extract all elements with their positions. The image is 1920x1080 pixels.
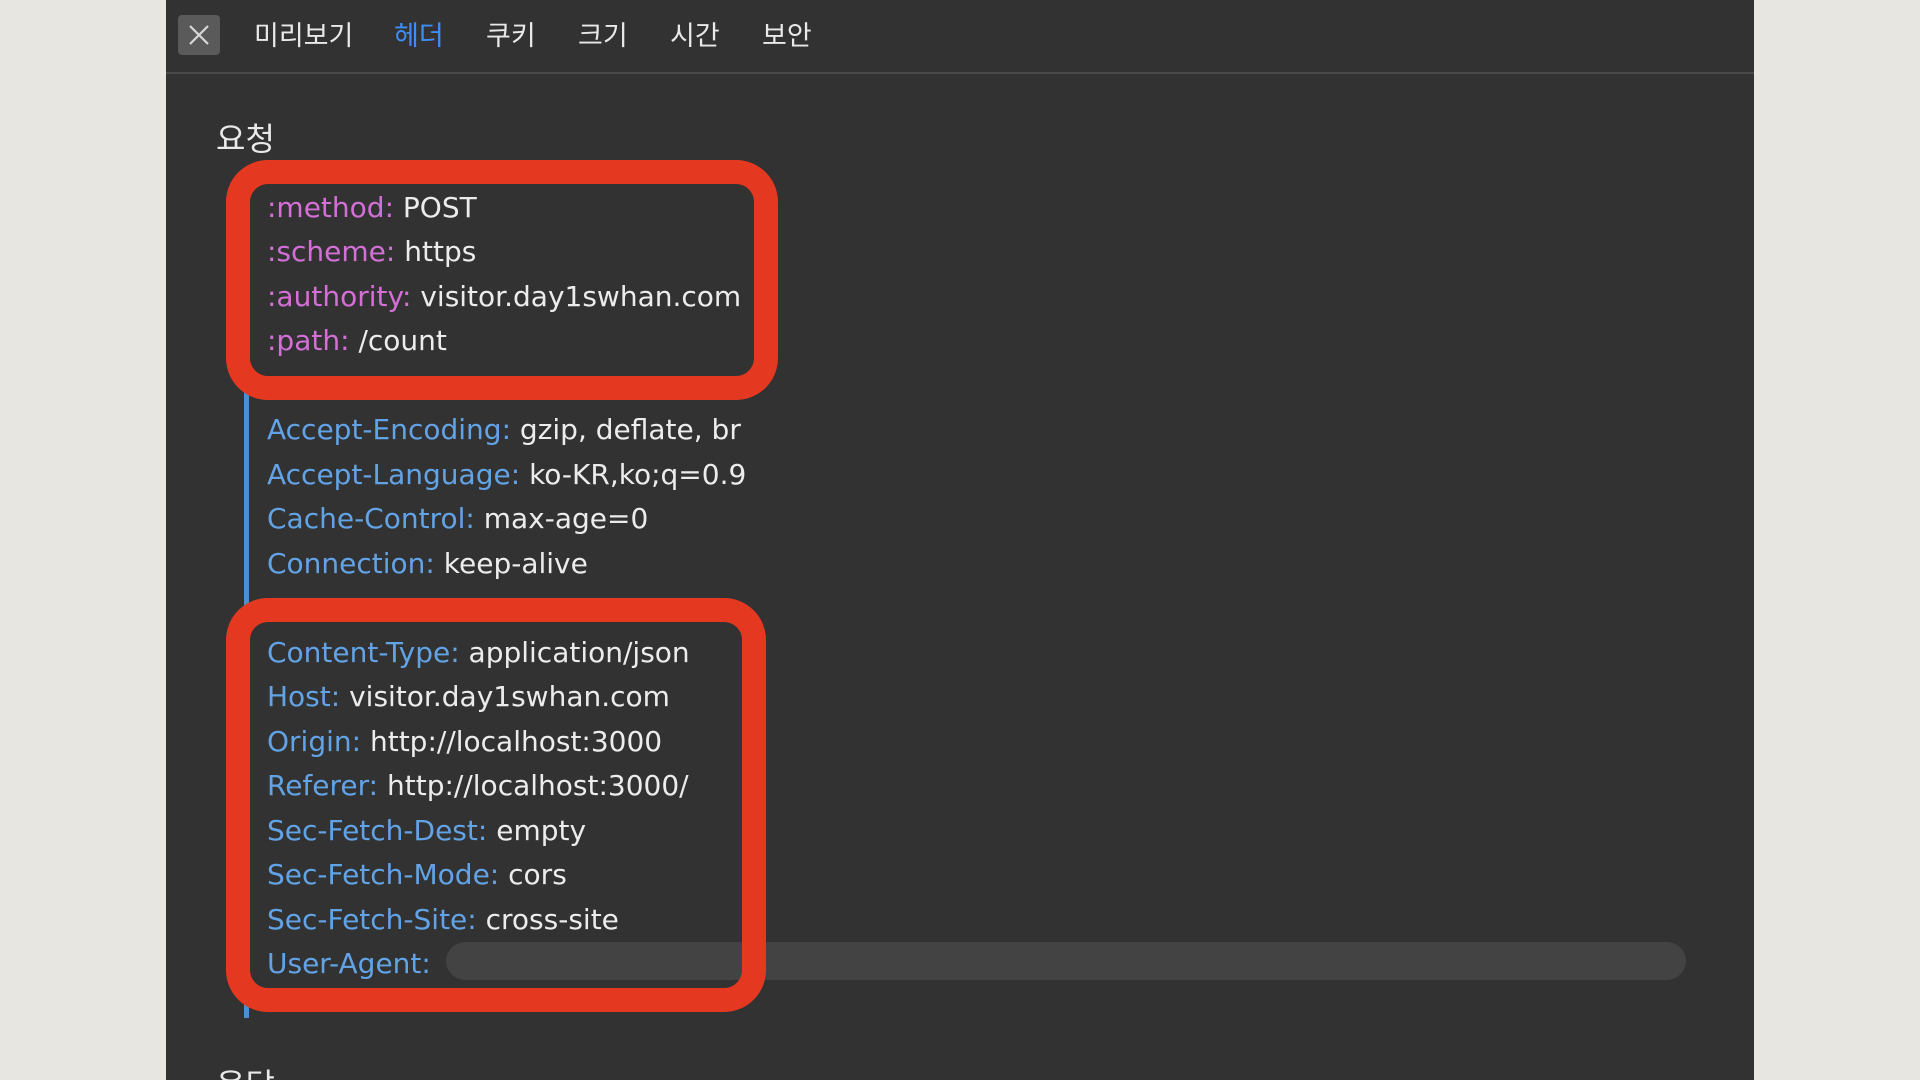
header-row: User-Agent: (267, 947, 431, 981)
header-key: Sec-Fetch-Dest: (267, 814, 488, 847)
tab-bar: 미리보기 헤더 쿠키 크기 시간 보안 (166, 0, 1754, 74)
header-row: Sec-Fetch-Mode: cors (267, 858, 567, 892)
tab-size[interactable]: 크기 (578, 14, 628, 53)
header-value: http://localhost:3000 (369, 725, 663, 758)
header-value: cross-site (485, 903, 619, 936)
header-key: Sec-Fetch-Site: (267, 903, 477, 936)
header-value: keep-alive (443, 547, 588, 580)
header-row: Origin: http://localhost:3000 (267, 725, 662, 759)
header-key: User-Agent: (267, 947, 431, 980)
redacted-user-agent-value (446, 942, 1686, 980)
header-value: gzip, deflate, br (519, 413, 741, 446)
header-row: :method: POST (267, 191, 477, 225)
header-row: Host: visitor.day1swhan.com (267, 680, 670, 714)
header-key: Host: (267, 680, 341, 713)
tab-cookies[interactable]: 쿠키 (486, 14, 536, 53)
close-icon (189, 25, 209, 45)
header-value: empty (496, 814, 587, 847)
header-value: visitor.day1swhan.com (420, 280, 742, 313)
tab-preview[interactable]: 미리보기 (254, 14, 353, 53)
header-key: Referer: (267, 769, 379, 802)
web-inspector-panel: 미리보기 헤더 쿠키 크기 시간 보안 요청 :method: POST :sc… (166, 0, 1754, 1080)
header-value: cors (508, 858, 567, 891)
header-key: :method: (267, 191, 394, 224)
header-value: max-age=0 (483, 502, 649, 535)
tab-security[interactable]: 보안 (762, 14, 812, 53)
tab-timing[interactable]: 시간 (670, 14, 720, 53)
header-key: :authority: (267, 280, 412, 313)
header-key: Cache-Control: (267, 502, 475, 535)
header-key: :path: (267, 324, 350, 357)
header-key: Origin: (267, 725, 362, 758)
header-key: :scheme: (267, 235, 396, 268)
header-key: Connection: (267, 547, 435, 580)
close-button[interactable] (178, 15, 220, 55)
header-row: :authority: visitor.day1swhan.com (267, 280, 741, 314)
header-value: POST (402, 191, 477, 224)
header-row: :scheme: https (267, 235, 476, 269)
header-row: Sec-Fetch-Site: cross-site (267, 903, 619, 937)
request-section-title: 요청 (216, 120, 275, 158)
header-value: ko-KR,ko;q=0.9 (529, 458, 747, 491)
header-row: Accept-Language: ko-KR,ko;q=0.9 (267, 458, 746, 492)
header-value: visitor.day1swhan.com (349, 680, 670, 713)
header-row: Connection: keep-alive (267, 547, 588, 581)
header-value: http://localhost:3000/ (387, 769, 689, 802)
header-key: Sec-Fetch-Mode: (267, 858, 500, 891)
header-group-bar (244, 386, 249, 1018)
header-row: :path: /count (267, 324, 447, 358)
response-section-title: 응답 (216, 1060, 275, 1080)
header-row: Content-Type: application/json (267, 636, 690, 670)
header-key: Accept-Language: (267, 458, 521, 491)
header-key: Accept-Encoding: (267, 413, 512, 446)
tab-headers[interactable]: 헤더 (394, 14, 444, 53)
header-value: /count (358, 324, 447, 357)
header-key: Content-Type: (267, 636, 460, 669)
header-row: Cache-Control: max-age=0 (267, 502, 648, 536)
header-row: Referer: http://localhost:3000/ (267, 769, 689, 803)
header-value: application/json (468, 636, 690, 669)
header-row: Accept-Encoding: gzip, deflate, br (267, 413, 741, 447)
header-value: https (404, 235, 477, 268)
header-row: Sec-Fetch-Dest: empty (267, 814, 586, 848)
